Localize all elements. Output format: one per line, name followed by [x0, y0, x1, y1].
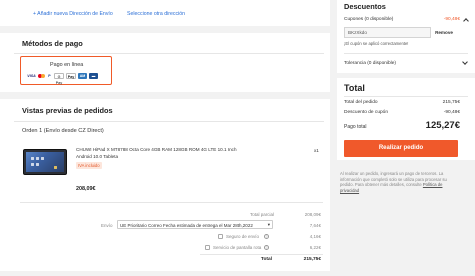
product-image	[23, 149, 67, 175]
divider	[344, 53, 468, 54]
amex-icon: AM	[78, 73, 87, 79]
coupon-discount-value: -90,48€	[443, 110, 460, 115]
google-pay-icon: G Pay	[54, 73, 64, 85]
coupon-code-value: BKzXkdo	[348, 30, 367, 35]
payment-card: Métodos de pago Pago en línea VISA P G P…	[0, 33, 330, 92]
discounts-card: Descuentos Cupones (0 disponible) -90,48…	[337, 0, 475, 73]
previews-title: Vistas previas de pedidos	[22, 106, 113, 115]
coupon-code-input[interactable]: BKzXkdo	[344, 27, 431, 38]
coupon-discount-label: Descuento de cupón	[344, 110, 389, 115]
order-total-value: 215,75€	[442, 100, 460, 105]
screen-protection-checkbox[interactable]	[205, 245, 210, 250]
screen-protection-label: Servicio de pantalla rota	[213, 245, 262, 250]
coupon-success-message: ¡El cupón se aplicó correctamente!	[344, 41, 409, 46]
product-name-line2[interactable]: Android 10.0 Tableta	[76, 154, 118, 159]
coupons-value: -90,48€	[443, 17, 460, 22]
product-name-line1[interactable]: CHUWI HiPad X MT8788 Octa Core 4GB RAM 1…	[76, 147, 237, 152]
divider	[20, 202, 323, 203]
mastercard-icon	[38, 73, 45, 79]
discounts-title: Descuentos	[344, 2, 386, 11]
chevron-up-icon[interactable]	[463, 18, 469, 24]
pay-total-value: 125,27€	[425, 120, 460, 131]
pay-total-label: Pago total	[344, 124, 367, 130]
total-title: Total	[344, 83, 365, 93]
insurance-value: 4,16€	[309, 234, 321, 239]
select-address-link[interactable]: Seleccione otra dirección	[127, 11, 185, 17]
total-card: Total Total del pedido 215,75€ Descuento…	[337, 78, 475, 160]
chevron-down-icon: ▾	[267, 222, 270, 227]
remove-coupon-button[interactable]: Remove	[431, 30, 457, 35]
shipping-method-select[interactable]: UE Prioritario Correo Fecha estimada de …	[117, 220, 273, 229]
subtotal-label: Total parcial	[249, 212, 274, 217]
divider	[14, 121, 324, 122]
product-qty: x1	[314, 148, 319, 153]
screen-protection-value: 6,22€	[309, 245, 321, 250]
shipping-value: 7,64€	[309, 223, 321, 228]
paypal-icon: P	[47, 73, 52, 79]
payment-logos: VISA P G Pay Pay AM ▬	[27, 73, 98, 85]
order-previews-card: Vistas previas de pedidos Orden 1 (Envío…	[0, 99, 330, 271]
divider	[344, 96, 468, 97]
apple-pay-icon: Pay	[66, 73, 76, 79]
chevron-down-icon[interactable]	[462, 59, 468, 65]
shipping-option-text: UE Prioritario Correo Fecha estimada de …	[120, 222, 253, 228]
subtotal-value: 208,09€	[304, 212, 321, 217]
order-total-value: 215,75€	[303, 257, 321, 262]
order-title: Orden 1 (Envío desde CZ Direct)	[22, 128, 104, 134]
visa-icon: VISA	[27, 73, 36, 79]
shipping-label: Envío	[101, 223, 113, 228]
insurance-checkbox[interactable]	[218, 234, 223, 239]
tolerance-label[interactable]: Tolerancia (0 disponible)	[344, 61, 396, 66]
vat-badge: IVA incluido	[76, 162, 102, 169]
divider	[200, 254, 323, 255]
coupons-label: Cupones (0 disponible)	[344, 17, 394, 22]
payment-option-online[interactable]: Pago en línea VISA P G Pay Pay AM ▬	[20, 56, 112, 85]
payment-option-label: Pago en línea	[50, 62, 84, 68]
order-total-label: Total del pedido	[344, 100, 378, 105]
info-icon[interactable]: ?	[264, 234, 269, 239]
insurance-label: Seguro de envío	[226, 234, 260, 239]
product-price: 208,09€	[76, 186, 96, 192]
payment-title: Métodos de pago	[22, 39, 83, 48]
order-total-label: Total	[260, 257, 272, 262]
add-address-link[interactable]: + Añadir nueva Dirección de Envío	[33, 11, 113, 17]
third-party-notice: Al realizar un pedido, ingresará un pago…	[340, 171, 455, 193]
divider	[14, 53, 324, 54]
info-icon[interactable]: ?	[264, 245, 269, 250]
place-order-button[interactable]: Realizar pedido	[344, 140, 458, 157]
address-card: + Añadir nueva Dirección de Envío Selecc…	[0, 0, 330, 26]
card-icon: ▬	[89, 73, 98, 79]
